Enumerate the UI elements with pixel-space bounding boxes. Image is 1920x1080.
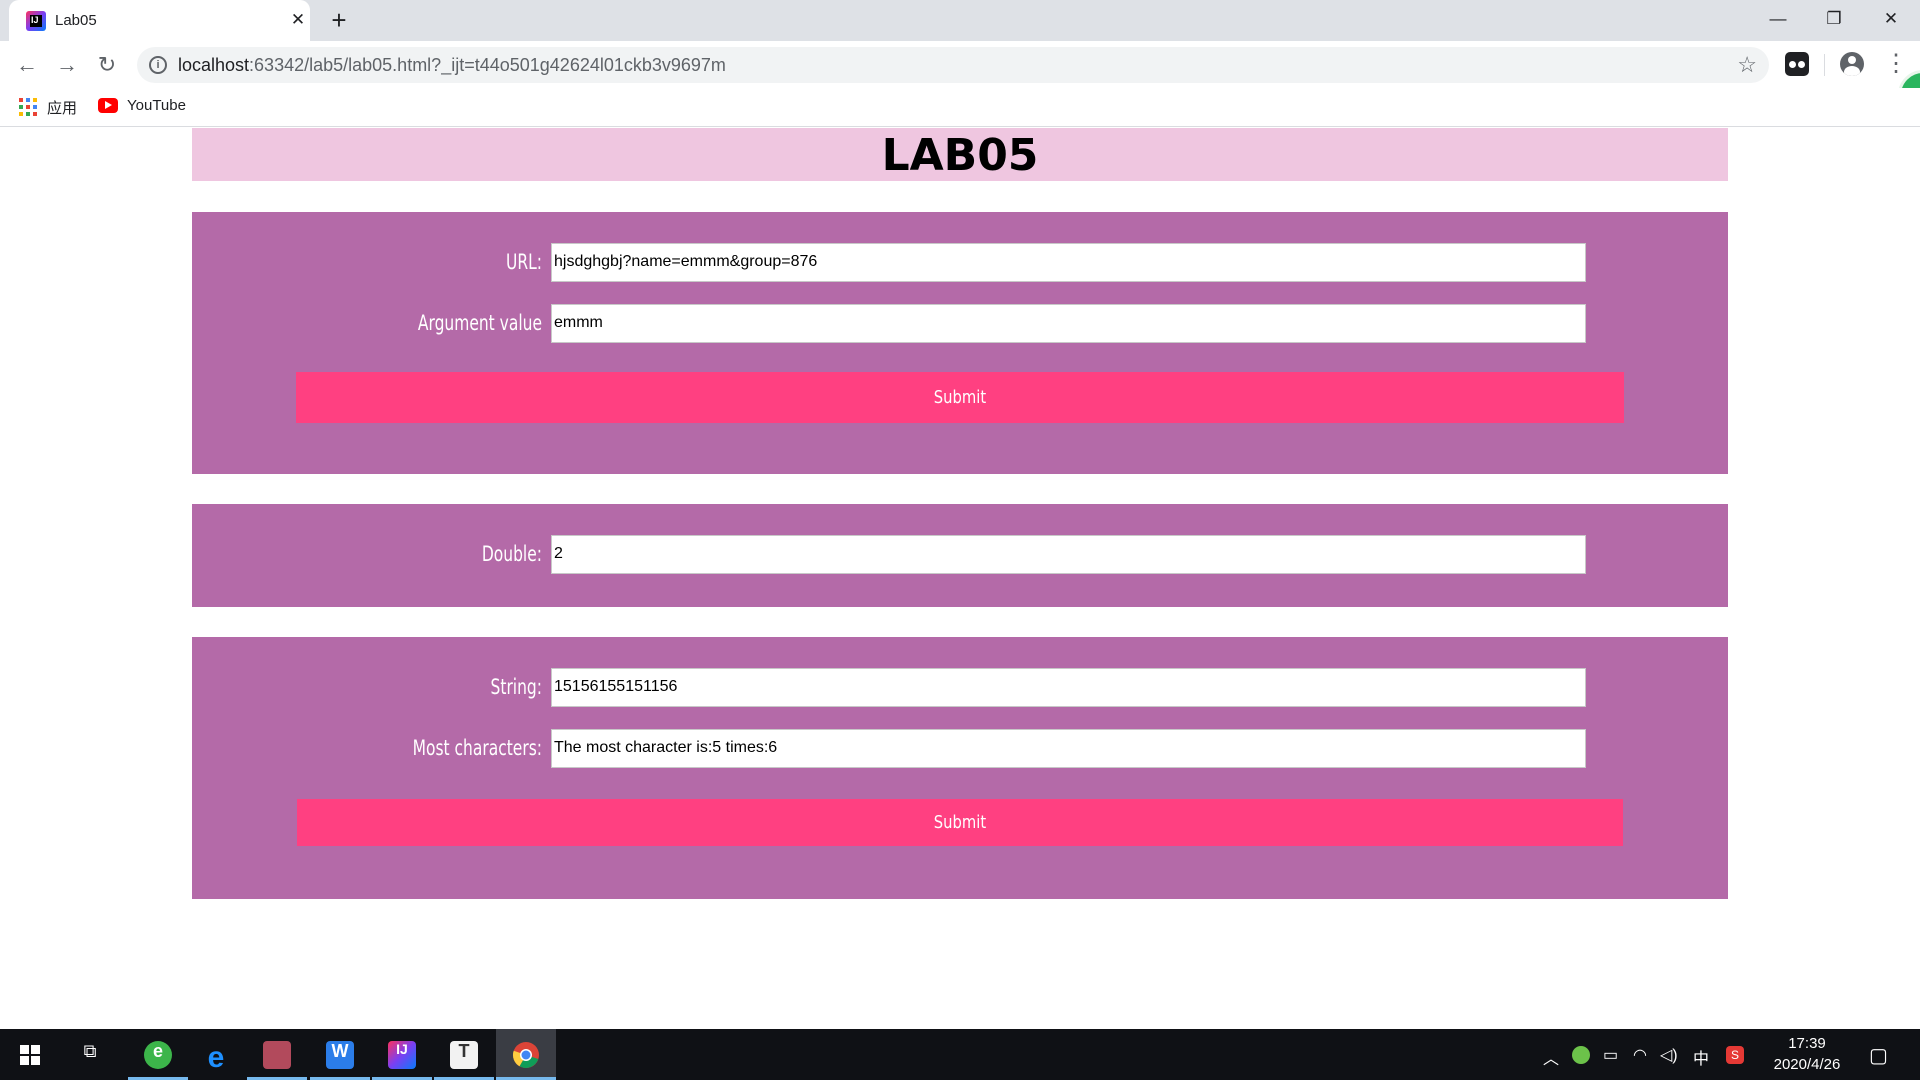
page-viewport: LAB05 URL: hjsdghgbj?name=emmm&group=876…	[0, 128, 1920, 1029]
taskbar-app-typora[interactable]: T	[434, 1029, 494, 1080]
tab-title: Lab05	[55, 12, 97, 29]
clock-date: 2020/4/26	[1773, 1056, 1841, 1073]
typora-icon: T	[450, 1041, 478, 1069]
url-label: URL:	[506, 250, 542, 274]
minimize-button[interactable]: —	[1750, 0, 1806, 41]
url-text: localhost:63342/lab5/lab05.html?_ijt=t44…	[178, 55, 726, 76]
start-button[interactable]	[0, 1029, 60, 1080]
chrome-icon	[512, 1042, 539, 1069]
new-tab-button[interactable]: +	[325, 7, 353, 35]
wps-writer-icon: W	[326, 1041, 354, 1069]
browser-toolbar: ← → ↻ i localhost:63342/lab5/lab05.html?…	[0, 41, 1920, 88]
wifi-icon[interactable]: ◠	[1633, 1045, 1647, 1065]
url-path: :63342/lab5/lab05.html?_ijt=t44o501g4262…	[249, 55, 726, 75]
forward-button[interactable]: →	[52, 50, 82, 80]
close-window-button[interactable]: ✕	[1863, 0, 1919, 41]
taskbar-app-anime[interactable]	[247, 1029, 307, 1080]
string-form-panel: String: 15156155151156 Most characters: …	[192, 637, 1728, 899]
string-input[interactable]: 15156155151156	[551, 668, 1586, 707]
green-browser-icon: e	[144, 1041, 172, 1069]
taskbar-app-chrome[interactable]	[496, 1029, 556, 1080]
site-info-icon[interactable]: i	[149, 56, 167, 74]
youtube-icon[interactable]	[98, 98, 118, 113]
address-bar[interactable]: i localhost:63342/lab5/lab05.html?_ijt=t…	[137, 47, 1769, 83]
task-view-icon: ⧉	[83, 1041, 97, 1061]
clock-time: 17:39	[1788, 1035, 1826, 1052]
anime-app-icon	[263, 1041, 291, 1069]
double-label: Double:	[481, 542, 542, 566]
kebab-menu-icon[interactable]: ⋮	[1884, 50, 1908, 78]
page-header: LAB05	[192, 128, 1728, 181]
taskbar-clock[interactable]: 17:39 2020/4/26	[1762, 1033, 1852, 1075]
bookmark-youtube[interactable]: YouTube	[127, 97, 186, 114]
taskbar-app-edge[interactable]: e	[186, 1029, 246, 1080]
reload-button[interactable]: ↻	[92, 50, 122, 80]
taskbar-app-intellij[interactable]: IJ	[372, 1029, 432, 1080]
apps-grid-icon[interactable]	[19, 98, 37, 116]
tray-overflow-chevron-icon[interactable]: ︿	[1543, 1045, 1559, 1069]
url-host: localhost	[178, 55, 250, 75]
tab-strip: IJ Lab05 ✕ + — ❐ ✕	[0, 0, 1920, 41]
volume-icon[interactable]: ◁)	[1660, 1045, 1678, 1065]
double-input[interactable]: 2	[551, 535, 1586, 574]
string-label: String:	[490, 675, 542, 699]
taskbar-app-wps[interactable]: W	[310, 1029, 370, 1080]
incognito-extension-icon[interactable]	[1785, 52, 1809, 76]
most-characters-label: Most characters:	[412, 736, 542, 760]
toolbar-divider	[1824, 54, 1825, 76]
sogou-ime-icon[interactable]: S	[1726, 1046, 1744, 1064]
intellij-favicon-icon: IJ	[26, 11, 46, 31]
url-form-panel: URL: hjsdghgbj?name=emmm&group=876 Argum…	[192, 212, 1728, 474]
bookmarks-bar: 应用 YouTube	[0, 88, 1920, 127]
ime-indicator[interactable]: 中	[1693, 1045, 1709, 1069]
url-input[interactable]: hjsdghgbj?name=emmm&group=876	[551, 243, 1586, 282]
restore-button[interactable]: ❐	[1806, 0, 1862, 41]
battery-icon[interactable]: ▭	[1603, 1045, 1618, 1065]
windows-logo-icon	[20, 1045, 40, 1065]
notification-center-icon[interactable]: ▢	[1869, 1043, 1888, 1068]
task-view-button[interactable]: ⧉	[60, 1029, 120, 1080]
intellij-icon: IJ	[388, 1041, 416, 1069]
submit-button-2[interactable]: Submit	[297, 799, 1623, 846]
taskbar-app-browser-green[interactable]: e	[128, 1029, 188, 1080]
profile-avatar-icon[interactable]	[1840, 52, 1864, 76]
windows-taskbar: ⧉ e e W IJ T ︿ ▭ ◠ ◁) 中 S 17:39 2020/4/2…	[0, 1029, 1920, 1080]
back-button[interactable]: ←	[12, 50, 42, 80]
page-title: LAB05	[881, 130, 1039, 181]
close-tab-icon[interactable]: ✕	[287, 9, 309, 31]
submit-label-2: Submit	[933, 812, 987, 833]
double-form-panel: Double: 2	[192, 504, 1728, 607]
bookmark-star-icon[interactable]: ☆	[1737, 52, 1757, 78]
bookmark-apps[interactable]: 应用	[47, 97, 77, 118]
tray-green-app-icon[interactable]	[1572, 1046, 1590, 1064]
edge-icon: e	[207, 1041, 225, 1074]
submit-label-1: Submit	[933, 387, 987, 408]
argument-input[interactable]: emmm	[551, 304, 1586, 343]
argument-label: Argument value	[417, 311, 542, 335]
most-characters-output[interactable]: The most character is:5 times:6	[551, 729, 1586, 768]
submit-button-1[interactable]: Submit	[296, 372, 1624, 423]
browser-tab[interactable]: IJ Lab05 ✕	[9, 0, 310, 41]
